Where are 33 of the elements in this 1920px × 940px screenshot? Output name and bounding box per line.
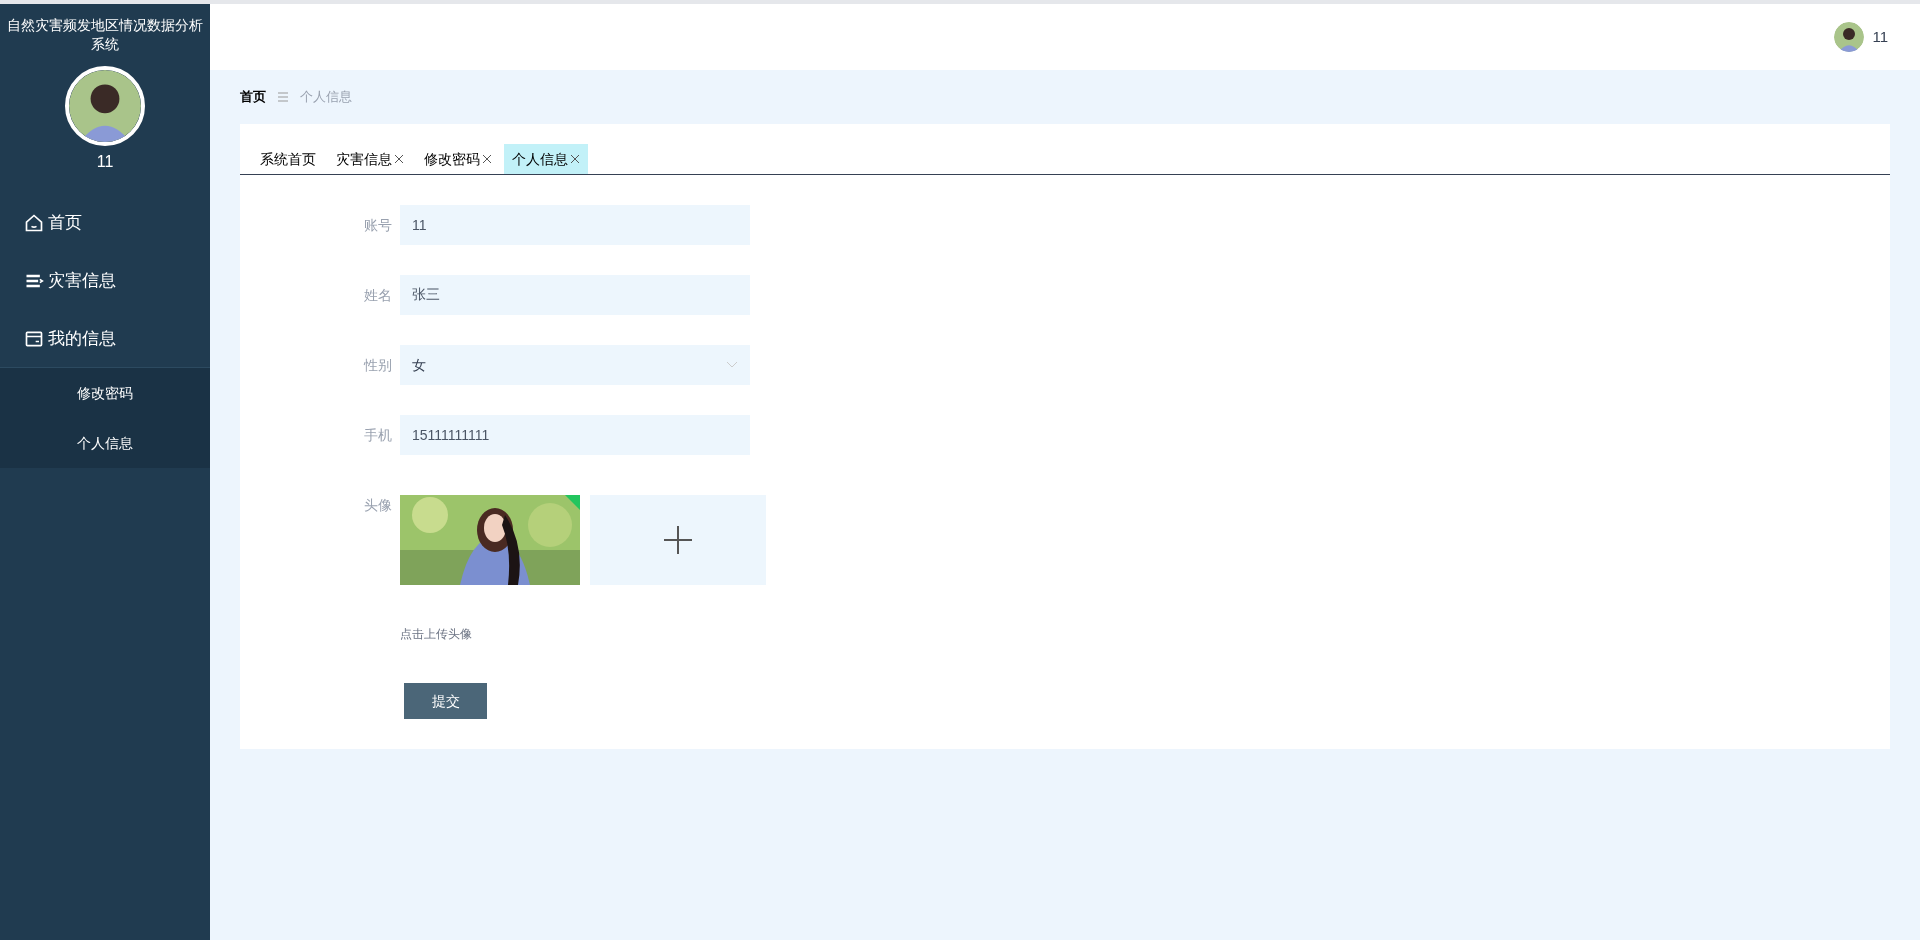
breadcrumb-item: 个人信息 [300,88,352,107]
tab[interactable]: 个人信息 [504,144,588,174]
home-icon [24,213,44,233]
plus-icon [664,526,692,554]
close-icon[interactable] [570,154,580,164]
tab[interactable]: 修改密码 [416,144,500,174]
tab[interactable]: 系统首页 [252,144,324,174]
close-icon[interactable] [394,154,404,164]
username: 11 [96,152,114,172]
field-label: 头像 [363,496,393,515]
submenu-item[interactable]: 个人信息 [0,418,210,468]
avatar-icon [1834,22,1865,52]
input-field[interactable]: 11 [400,205,750,245]
menu-item[interactable]: 首页 [0,194,210,252]
breadcrumb-item[interactable]: 首页 [240,87,266,107]
submenu-item[interactable]: 修改密码 [0,368,210,418]
select-field[interactable]: 女 [400,345,750,385]
app-title: 自然灾害频发地区情况数据分析系统 [6,16,204,54]
menu-item[interactable]: 灾害信息 [0,252,210,310]
input-field[interactable]: 15111111111 [400,415,750,455]
input-field[interactable]: 张三 [400,275,750,315]
field-label: 账号 [363,215,393,235]
field-label: 手机 [363,425,393,445]
avatar-icon [65,66,145,146]
tab[interactable]: 灾害信息 [328,144,412,174]
field-label: 性别 [362,355,393,375]
field-label: 姓名 [363,285,393,305]
submit-button[interactable]: 提交 [404,683,487,719]
close-icon[interactable] [482,154,492,164]
separator-icon [278,92,288,102]
header-username: 11 [1872,26,1888,47]
upload-hint: 点击上传头像 [400,626,473,643]
chevron-down-icon [726,361,738,369]
